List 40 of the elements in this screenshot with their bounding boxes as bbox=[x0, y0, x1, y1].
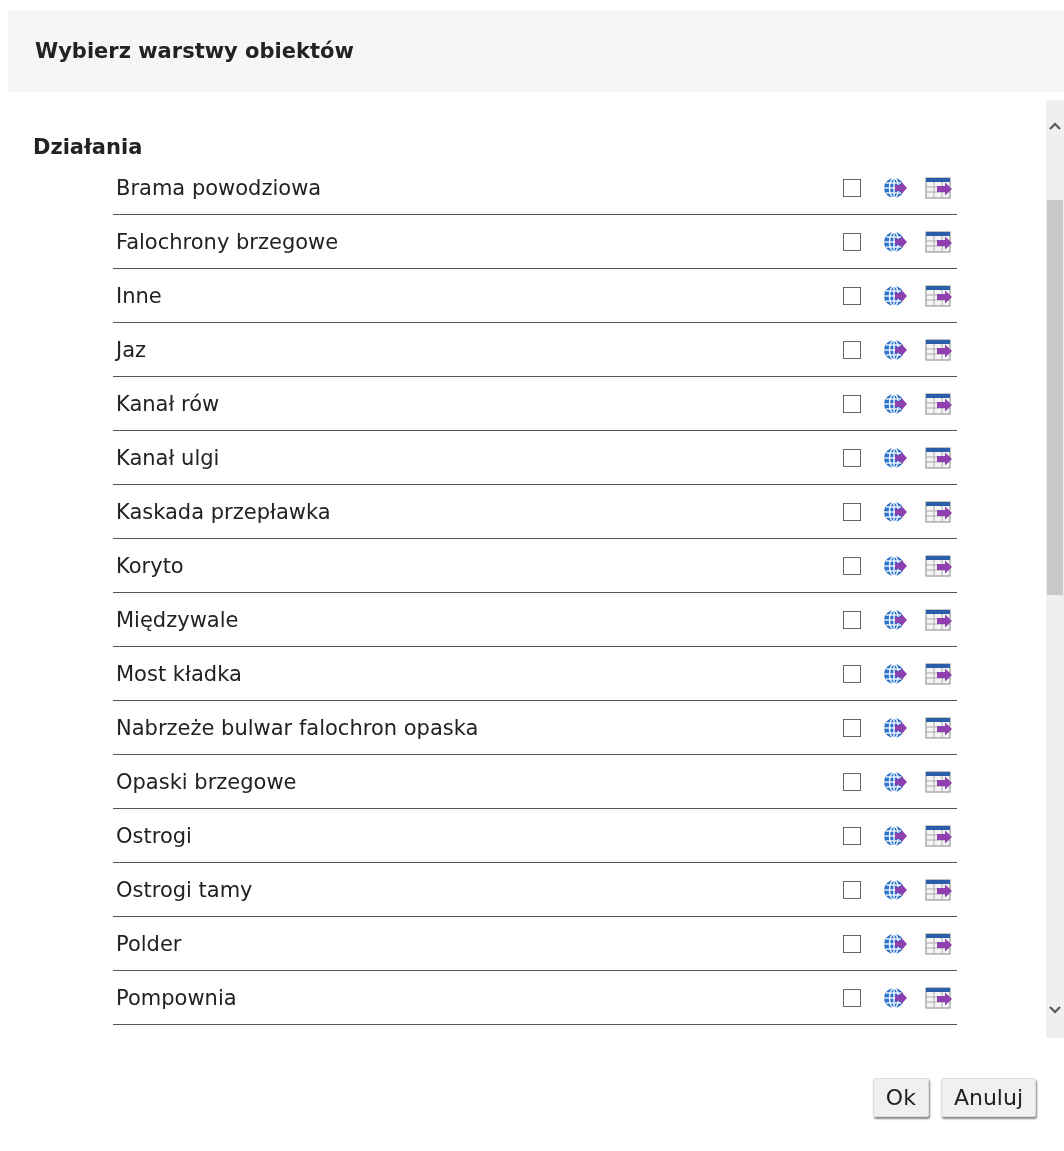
layer-name: Kanał rów bbox=[116, 391, 221, 416]
layer-name: Opaski brzegowe bbox=[116, 769, 298, 794]
layer-name: Kanał ulgi bbox=[116, 445, 221, 470]
checkbox[interactable] bbox=[843, 988, 861, 1007]
layer-name: Nabrzeże bulwar falochron opaska bbox=[116, 715, 480, 740]
checkbox[interactable] bbox=[843, 178, 861, 197]
layer-name: Polder bbox=[116, 931, 183, 956]
checkbox[interactable] bbox=[843, 286, 861, 305]
layer-name: Ostrogi tamy bbox=[116, 877, 254, 902]
layer-name: Kaskada przepławka bbox=[116, 499, 332, 524]
checkbox[interactable] bbox=[843, 232, 861, 251]
layer-name: Inne bbox=[116, 283, 163, 308]
checkbox[interactable] bbox=[843, 448, 861, 467]
cancel-button[interactable]: Anuluj bbox=[940, 1078, 1036, 1117]
scroll-down-icon[interactable] bbox=[1049, 1006, 1061, 1014]
scroll-up-icon[interactable] bbox=[1049, 122, 1061, 130]
section-heading: Działania bbox=[33, 134, 144, 161]
checkbox[interactable] bbox=[843, 502, 861, 521]
checkbox[interactable] bbox=[843, 772, 861, 791]
layer-name: Koryto bbox=[116, 553, 185, 578]
checkbox[interactable] bbox=[843, 556, 861, 575]
scrollbar-thumb[interactable] bbox=[1047, 200, 1063, 595]
checkbox[interactable] bbox=[843, 718, 861, 737]
layer-name: Jaz bbox=[116, 337, 148, 362]
layer-name: Pompownia bbox=[116, 985, 238, 1010]
checkbox[interactable] bbox=[843, 934, 861, 953]
layer-name: Falochrony brzegowe bbox=[116, 229, 340, 254]
scrollbar[interactable] bbox=[1046, 100, 1064, 1038]
layer-name: Ostrogi bbox=[116, 823, 193, 848]
checkbox[interactable] bbox=[843, 826, 861, 845]
checkbox[interactable] bbox=[843, 394, 861, 413]
layer-name: Most kładka bbox=[116, 661, 243, 686]
checkbox[interactable] bbox=[843, 664, 861, 683]
ok-button[interactable]: Ok bbox=[872, 1078, 929, 1117]
checkbox[interactable] bbox=[843, 340, 861, 359]
checkbox[interactable] bbox=[843, 880, 861, 899]
layer-name: Brama powodziowa bbox=[116, 175, 323, 200]
checkbox[interactable] bbox=[843, 610, 861, 629]
layer-name: Międzywale bbox=[116, 607, 240, 632]
dialog-title: Wybierz warstwy obiektów bbox=[35, 39, 354, 63]
